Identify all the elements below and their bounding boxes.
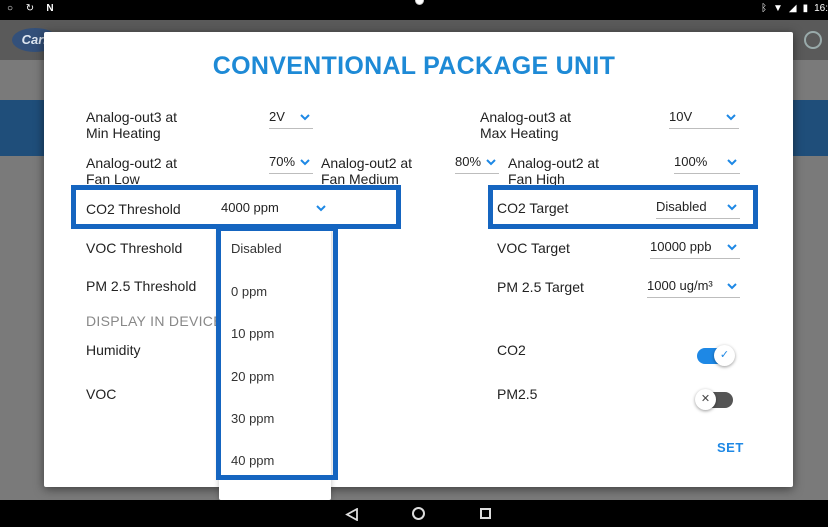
set-button[interactable]: SET: [717, 440, 744, 455]
ao3-min-heating-select[interactable]: 2V: [269, 107, 313, 129]
co2-target-highlight: [488, 185, 758, 229]
chevron-down-icon: [726, 156, 738, 168]
gauge-icon[interactable]: [804, 31, 822, 49]
home-icon[interactable]: [412, 507, 425, 520]
circle-notification-icon: ○: [6, 3, 14, 14]
dialog-title: CONVENTIONAL PACKAGE UNIT: [212, 52, 616, 80]
pm25-display-label: PM2.5: [497, 386, 538, 402]
co2-display-toggle[interactable]: ✓: [697, 345, 735, 366]
chevron-down-icon: [299, 111, 311, 123]
ao2-fan-high-label: Analog-out2 at Fan High: [508, 155, 600, 187]
ao3-max-heating-label: Analog-out3 at Max Heating: [480, 109, 572, 141]
dropdown-highlight: [216, 226, 338, 480]
chevron-down-icon: [485, 156, 497, 168]
n-notification-icon: N: [46, 3, 54, 14]
pm25-threshold-label: PM 2.5 Threshold: [86, 278, 197, 294]
pm25-display-toggle[interactable]: ✕: [695, 389, 733, 410]
ao2-fan-medium-label: Analog-out2 at Fan Medium: [321, 155, 413, 187]
camera-dot: [415, 0, 424, 5]
pm25-target-select[interactable]: 1000 ug/m³: [647, 276, 740, 298]
settings-dialog: [44, 32, 793, 487]
bluetooth-icon: ᛒ: [760, 3, 767, 14]
voc-display-label: VOC: [86, 386, 117, 402]
ao2-fan-high-select[interactable]: 100%: [674, 152, 740, 174]
battery-icon: ▮: [802, 3, 809, 14]
recent-apps-icon[interactable]: [480, 508, 491, 519]
pm25-target-label: PM 2.5 Target: [497, 279, 584, 295]
ao2-fan-low-label: Analog-out2 at Fan Low: [86, 155, 178, 187]
status-time: 16:: [814, 3, 828, 14]
ao2-fan-medium-select[interactable]: 80%: [455, 152, 499, 174]
check-icon: ✓: [714, 345, 735, 366]
chevron-down-icon: [299, 156, 311, 168]
chevron-down-icon: [725, 111, 737, 123]
nav-bar: [0, 500, 828, 527]
ao2-fan-low-select[interactable]: 70%: [269, 152, 313, 174]
signal-icon: ◢: [788, 3, 797, 14]
status-bar: ○ ↻ N ᛒ ▼ ◢ ▮ 16:: [0, 0, 828, 20]
ao3-min-heating-label: Analog-out3 at Min Heating: [86, 109, 178, 141]
ao3-max-heating-select[interactable]: 10V: [669, 107, 739, 129]
chevron-down-icon: [726, 280, 738, 292]
humidity-label: Humidity: [86, 342, 141, 358]
wifi-icon: ▼: [772, 3, 783, 14]
back-icon[interactable]: [345, 507, 359, 526]
co2-display-label: CO2: [497, 342, 526, 358]
display-section-heading: DISPLAY IN DEVICE: [86, 313, 223, 329]
chevron-down-icon: [726, 241, 738, 253]
co2-threshold-highlight: [71, 185, 401, 229]
sync-icon: ↻: [25, 3, 35, 14]
close-icon: ✕: [695, 389, 716, 410]
voc-target-select[interactable]: 10000 ppb: [650, 237, 740, 259]
voc-target-label: VOC Target: [497, 240, 570, 256]
voc-threshold-label: VOC Threshold: [86, 240, 183, 256]
